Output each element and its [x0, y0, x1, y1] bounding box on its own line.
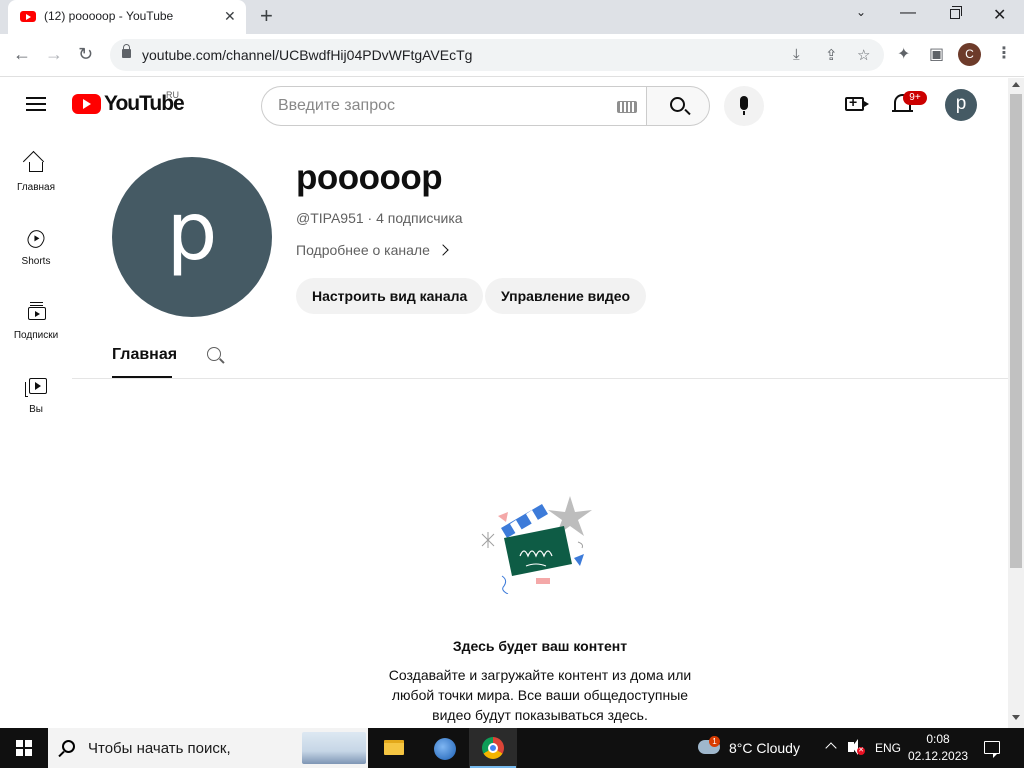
search-highlight-image: [302, 732, 366, 764]
tabs-divider: [72, 378, 1008, 379]
clock-date[interactable]: 02.12.2023: [908, 749, 968, 763]
show-hidden-icons-chevron-icon[interactable]: [825, 742, 837, 754]
share-icon[interactable]: ⇪: [825, 46, 838, 64]
lock-icon[interactable]: [122, 44, 131, 58]
guide-item-label: Главная: [16, 182, 56, 193]
channel-name: poooooр: [296, 158, 443, 197]
address-bar[interactable]: youtube.com/channel/UCBwdfHij04PDvWFtgAV…: [110, 39, 884, 71]
guide-item-label: Вы: [29, 404, 43, 415]
windows-logo-icon: [16, 740, 32, 756]
search-input[interactable]: Введите запрос: [261, 86, 647, 126]
volume-icon[interactable]: [848, 739, 858, 755]
folder-icon: [384, 740, 404, 755]
browser-profile-avatar[interactable]: C: [958, 43, 981, 66]
empty-state-title: Здесь будет ваш контент: [452, 638, 628, 654]
clapperboard-illustration-icon: [481, 496, 592, 594]
volume-muted-icon: ✕: [857, 747, 865, 755]
file-explorer-button[interactable]: [370, 728, 418, 768]
install-app-icon[interactable]: ⤓: [793, 46, 800, 63]
url-text[interactable]: youtube.com/channel/UCBwdfHij04PDvWFtgAV…: [142, 47, 472, 63]
weather-alert-badge: 1: [709, 736, 720, 747]
youtube-favicon-icon: [20, 11, 36, 22]
notification-count-badge: 9+: [903, 91, 927, 105]
keyboard-icon[interactable]: [617, 101, 637, 113]
search-icon: [62, 740, 75, 753]
bookmark-star-icon[interactable]: ☆: [857, 46, 870, 64]
new-tab-button[interactable]: +: [260, 5, 273, 27]
channel-about-link[interactable]: Подробнее о канале: [296, 242, 430, 258]
action-center-icon[interactable]: [984, 741, 1000, 758]
thunderbird-button[interactable]: [420, 728, 468, 768]
you-icon: [25, 378, 47, 397]
customize-channel-button[interactable]: Настроить вид канала: [296, 278, 484, 314]
tab-title: (12) poooooр - YouTube: [44, 9, 174, 23]
thunderbird-icon: [434, 738, 456, 760]
extensions-icon[interactable]: ✦: [897, 44, 910, 64]
browser-tab-strip: (12) poooooр - YouTube ✕ + ⌄ — ✕: [0, 0, 1024, 34]
region-code: RU: [166, 90, 179, 100]
weather-widget[interactable]: 8°C Cloudy: [729, 740, 800, 756]
guide-menu-icon[interactable]: [26, 97, 46, 111]
manage-videos-button[interactable]: Управление видео: [485, 278, 647, 314]
search-button[interactable]: [646, 86, 710, 126]
input-language[interactable]: ENG: [875, 741, 901, 755]
chevron-right-icon[interactable]: [437, 244, 449, 256]
side-panel-icon[interactable]: ▣: [929, 44, 944, 64]
tab-home[interactable]: Главная: [112, 346, 177, 364]
windows-taskbar: Чтобы начать поиск, 1 8°C Cloudy ✕ ENG 0…: [0, 728, 1024, 768]
forward-button[interactable]: →: [45, 44, 63, 64]
guide-item-label: Подписки: [13, 330, 59, 341]
browser-tab[interactable]: (12) poooooр - YouTube ✕: [8, 0, 246, 34]
scroll-down-arrow-icon[interactable]: [1012, 715, 1020, 720]
window-close-button[interactable]: ✕: [993, 5, 1006, 25]
taskbar-search-placeholder: Чтобы начать поиск,: [88, 740, 231, 757]
browser-toolbar: ← → ↻ youtube.com/channel/UCBwdfHij04PDv…: [0, 34, 1024, 77]
clock-time[interactable]: 0:08: [908, 732, 968, 746]
channel-search-icon[interactable]: [207, 347, 221, 361]
guide-item-subscriptions[interactable]: Подписки: [4, 302, 68, 362]
youtube-logo-icon[interactable]: [72, 94, 101, 114]
home-icon: [29, 162, 43, 172]
start-button[interactable]: [0, 728, 48, 768]
create-video-icon[interactable]: [845, 94, 869, 111]
shorts-icon: [24, 227, 48, 251]
subscriptions-icon: [28, 302, 46, 320]
empty-state-description: Создавайте и загружайте контент из дома …: [388, 667, 692, 723]
tab-close-icon[interactable]: ✕: [224, 8, 236, 24]
search-icon: [670, 97, 685, 112]
browser-menu-icon[interactable]: ⋮: [996, 43, 1012, 63]
scroll-up-arrow-icon[interactable]: [1012, 82, 1020, 87]
voice-search-button[interactable]: [724, 86, 764, 126]
chrome-button[interactable]: [469, 728, 517, 768]
chrome-icon: [482, 737, 504, 759]
account-avatar[interactable]: p: [945, 89, 977, 121]
guide-item-label: Shorts: [21, 256, 51, 267]
window-restore-button[interactable]: [950, 6, 962, 19]
scrollbar-thumb[interactable]: [1010, 94, 1022, 568]
channel-handle-subscribers: @TIPA951 · 4 подписчика: [296, 210, 463, 226]
youtube-page: YouTube RU Введите запрос 9+ p Главная S…: [0, 78, 1008, 728]
microphone-icon: [740, 96, 748, 115]
page-scrollbar[interactable]: [1008, 78, 1024, 728]
window-minimize-button[interactable]: —: [900, 4, 916, 22]
tab-search-dropdown-icon[interactable]: ⌄: [856, 5, 866, 19]
guide-item-shorts[interactable]: Shorts: [4, 227, 68, 288]
channel-avatar[interactable]: p: [112, 157, 272, 317]
search-placeholder: Введите запрос: [278, 97, 395, 114]
reload-button[interactable]: ↻: [78, 44, 93, 64]
taskbar-search-box[interactable]: Чтобы начать поиск,: [48, 728, 368, 768]
guide-item-home[interactable]: Главная: [4, 154, 68, 214]
guide-item-you[interactable]: Вы: [4, 376, 68, 436]
back-button[interactable]: ←: [13, 44, 31, 64]
